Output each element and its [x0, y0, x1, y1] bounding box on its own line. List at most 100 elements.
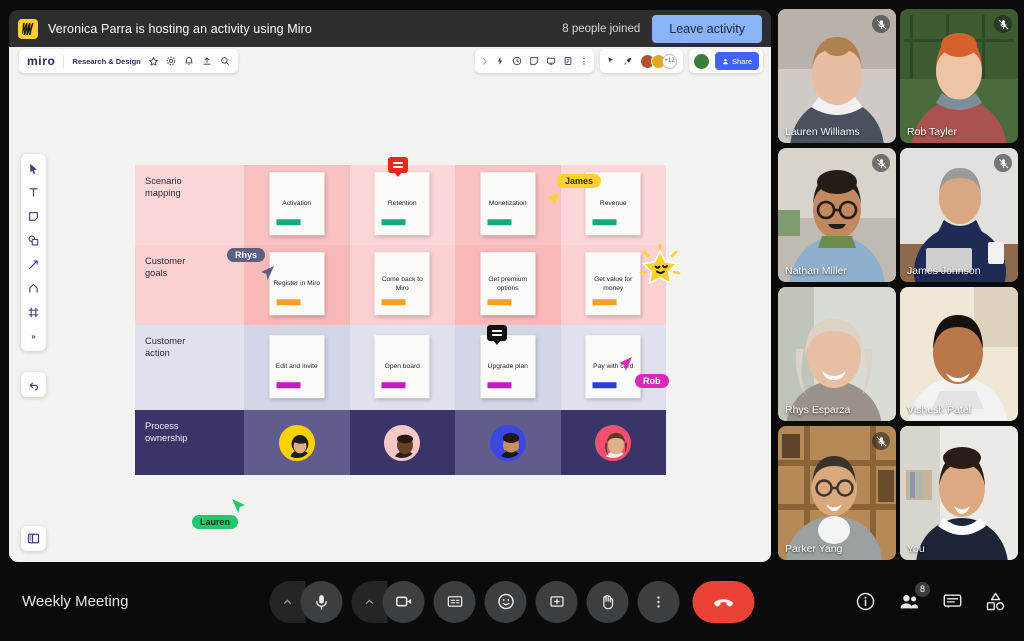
sticky-note[interactable]: Open board [374, 334, 430, 398]
participant-tile[interactable]: Rob Tayler [900, 9, 1018, 143]
participant-name: Rhys Esparza [785, 404, 851, 416]
row-label-process-ownership: Process ownership [135, 410, 244, 475]
text-icon[interactable] [24, 183, 43, 202]
participant-tile[interactable]: Rhys Esparza [778, 287, 896, 421]
cell-r2c2[interactable]: Open board [349, 325, 455, 410]
chat-button[interactable] [942, 591, 963, 612]
captions-button[interactable] [433, 580, 476, 623]
sticky-bar [381, 299, 406, 306]
camera-button[interactable] [382, 580, 425, 623]
sticky-note-icon[interactable] [24, 207, 43, 226]
cursor-label-james: James [557, 174, 602, 188]
collaborator-avatars[interactable]: +12 [639, 53, 677, 69]
people-button[interactable]: 8 [898, 581, 930, 613]
participant-video [778, 287, 896, 421]
leave-activity-button[interactable]: Leave activity [652, 14, 762, 43]
owner-avatar[interactable] [384, 424, 421, 461]
owner-avatar[interactable] [278, 424, 315, 461]
participant-tile[interactable]: Lauren Williams [778, 9, 896, 143]
sticky-note-icon[interactable] [529, 56, 539, 66]
participant-name: Lauren Williams [785, 126, 860, 138]
rocket-icon[interactable] [623, 56, 633, 66]
sticky-note[interactable]: Edit and invite [269, 334, 325, 398]
sticky-note[interactable]: Monetization [480, 172, 536, 236]
hangup-button[interactable] [692, 580, 755, 623]
cursor-share-icon[interactable] [606, 56, 616, 66]
miro-left-toolbar: » [21, 154, 46, 351]
share-button[interactable]: Share [714, 52, 759, 70]
cell-r1c3[interactable]: Get premium options [455, 245, 561, 325]
chevron-right-icon[interactable] [481, 57, 488, 66]
present-button[interactable] [535, 580, 578, 623]
owner-avatar[interactable] [595, 424, 632, 461]
miro-user-group: Share [688, 49, 763, 73]
sticky-note[interactable]: Upgrade plan [480, 334, 536, 398]
cell-r0c3[interactable]: Monetization [455, 165, 561, 245]
pen-icon[interactable] [24, 279, 43, 298]
current-user-avatar[interactable] [692, 52, 710, 70]
cell-r2c4[interactable]: Pay with card [560, 325, 666, 410]
cell-r3c3[interactable] [455, 410, 561, 475]
timer-icon[interactable] [512, 56, 522, 66]
cell-r0c2[interactable]: Retention [349, 157, 455, 245]
search-icon[interactable] [220, 56, 230, 66]
bolt-icon[interactable] [495, 56, 505, 66]
star-sticker-icon[interactable] [638, 243, 682, 292]
participant-tile-self[interactable]: You [900, 426, 1018, 560]
board-name-label[interactable]: Research & Design [72, 57, 140, 66]
select-cursor-icon[interactable] [24, 159, 43, 178]
cell-r2c3[interactable]: Upgrade plan [455, 325, 561, 410]
comment-badge-upgrade-plan[interactable] [487, 325, 507, 345]
card-icon[interactable] [563, 56, 573, 66]
cell-r3c4[interactable] [560, 410, 666, 475]
shapes-icon[interactable] [24, 231, 43, 250]
mic-muted-icon [872, 154, 890, 172]
participant-video [900, 426, 1018, 560]
upload-icon[interactable] [202, 56, 212, 66]
raise-hand-button[interactable] [586, 580, 629, 623]
miro-canvas[interactable]: Scenario mapping Activation Retention Mo… [9, 47, 771, 562]
sticky-note[interactable]: Retention [374, 172, 430, 236]
activities-button[interactable] [985, 591, 1006, 612]
star-icon[interactable] [148, 56, 158, 66]
cell-r2c1[interactable]: Edit and invite [244, 325, 350, 410]
emoji-button[interactable] [484, 580, 527, 623]
panel-toggle-icon[interactable] [21, 526, 46, 551]
participant-tile[interactable]: Parker Yang [778, 426, 896, 560]
cell-r3c2[interactable] [349, 410, 455, 475]
cell-r3c1[interactable] [244, 410, 350, 475]
sticky-note[interactable]: Come back to Miro [374, 252, 430, 316]
mic-button[interactable] [300, 580, 343, 623]
sticky-bar [381, 381, 406, 388]
sticky-note[interactable]: Register in Miro [269, 252, 325, 316]
bell-icon[interactable] [184, 56, 194, 66]
gear-icon[interactable] [166, 56, 176, 66]
present-icon[interactable] [546, 56, 556, 66]
cell-r1c4[interactable]: Get value for money [560, 243, 681, 325]
grid-row-process-ownership: Process ownership [135, 410, 666, 475]
more-icon[interactable]: ⋮ [580, 57, 588, 66]
owner-avatar[interactable] [489, 424, 526, 461]
grid-row-customer-action: Customer action Edit and invite Open boa [135, 325, 666, 410]
sticky-note[interactable]: Get premium options [480, 252, 536, 316]
miro-collab-group: +12 [599, 49, 683, 73]
participant-tile[interactable]: James Johnson [900, 148, 1018, 282]
participant-tile[interactable]: Vishesh Patel [900, 287, 1018, 421]
sticky-bar [487, 299, 512, 306]
more-tools-icon[interactable]: » [24, 327, 43, 346]
cell-r0c1[interactable]: Activation [244, 165, 350, 245]
connector-icon[interactable] [24, 255, 43, 274]
avatar-overflow-count[interactable]: +12 [661, 53, 677, 69]
more-options-button[interactable] [637, 580, 680, 623]
sticky-note[interactable]: Activation [269, 172, 325, 236]
cell-r1c2[interactable]: Come back to Miro [349, 245, 455, 325]
participants-grid: Lauren Williams Rob Tayler Nathan Miller… [778, 9, 1018, 562]
participant-tile[interactable]: Nathan Miller [778, 148, 896, 282]
sticky-note[interactable]: Get value for money [585, 252, 641, 316]
undo-icon[interactable] [21, 372, 46, 397]
frame-icon[interactable] [24, 303, 43, 322]
avatar[interactable] [692, 52, 710, 70]
sticky-bar [592, 299, 617, 306]
comment-badge-retention[interactable] [387, 157, 408, 177]
meeting-details-button[interactable] [855, 591, 876, 612]
